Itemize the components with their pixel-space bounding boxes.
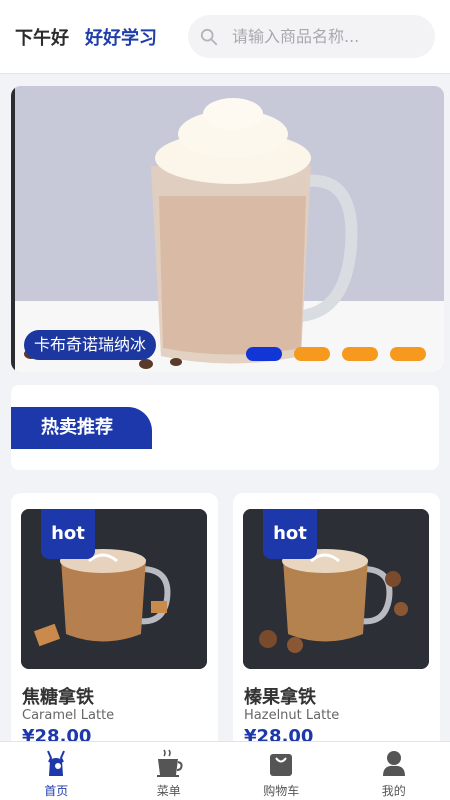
pagination-dot-3[interactable] (342, 347, 378, 361)
product-card[interactable]: hot 榛果拿铁 Hazelnut Latte ¥28.00 (233, 493, 440, 753)
tab-profile-label: 我的 (381, 784, 406, 798)
tab-cart[interactable]: 购物车 (225, 742, 338, 800)
greeting-text: 下午好 (15, 28, 69, 49)
search-bar[interactable] (188, 15, 435, 58)
shopping-bag-icon (270, 754, 293, 776)
product-image: hot (21, 509, 207, 669)
motto-text: 好好学习 (85, 28, 157, 49)
pagination-dot-4[interactable] (390, 347, 426, 361)
product-name: 焦糖拿铁 (22, 687, 94, 708)
hot-badge: hot (41, 509, 95, 559)
hot-recommend-section: 热卖推荐 (11, 385, 439, 470)
tab-menu-label: 菜单 (156, 784, 181, 798)
hot-recommend-title: 热卖推荐 (11, 407, 152, 449)
product-image: hot (243, 509, 429, 669)
product-name-en: Caramel Latte (22, 708, 115, 723)
hot-badge: hot (263, 509, 317, 559)
product-name: 榛果拿铁 (244, 687, 316, 708)
pagination-dot-2[interactable] (294, 347, 330, 361)
banner-pagination (246, 347, 426, 361)
top-header: 下午好 好好学习 (0, 0, 450, 74)
product-name-en: Hazelnut Latte (244, 708, 340, 723)
tab-home-label: 首页 (44, 784, 69, 798)
user-icon (382, 751, 405, 776)
search-icon (200, 28, 218, 45)
search-input[interactable] (232, 27, 412, 46)
tab-home[interactable]: 首页 (0, 742, 113, 800)
tab-profile[interactable]: 我的 (338, 742, 450, 800)
tab-menu[interactable]: 菜单 (113, 742, 226, 800)
pagination-dot-1[interactable] (246, 347, 282, 361)
home-deer-icon (47, 750, 66, 776)
coffee-cup-icon (156, 749, 183, 777)
product-card[interactable]: hot 焦糖拿铁 Caramel Latte ¥28.00 (11, 493, 218, 753)
bottom-tab-bar: 首页 菜单 购物车 我的 (0, 741, 450, 800)
banner-caption: 卡布奇诺瑞纳冰 (24, 330, 157, 360)
tab-cart-label: 购物车 (263, 784, 300, 798)
